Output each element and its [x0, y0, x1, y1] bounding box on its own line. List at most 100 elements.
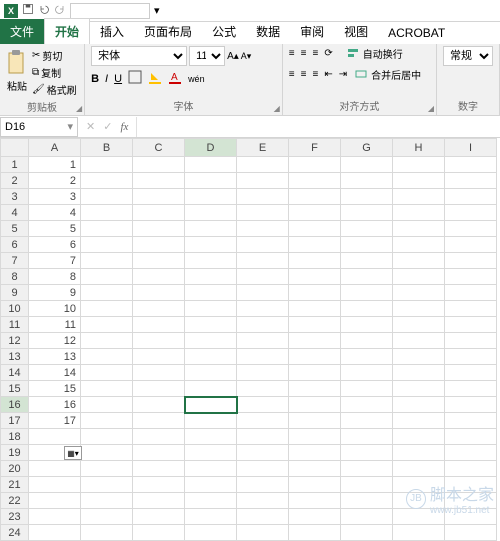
cell-B9[interactable] [81, 285, 133, 301]
cell-C15[interactable] [133, 381, 185, 397]
cell-D1[interactable] [185, 157, 237, 173]
row-header-16[interactable]: 16 [1, 397, 29, 413]
cell-D19[interactable] [185, 445, 237, 461]
cell-H6[interactable] [393, 237, 445, 253]
cell-C19[interactable] [133, 445, 185, 461]
orientation-icon[interactable]: ⟳ [324, 48, 332, 59]
cell-D24[interactable] [185, 525, 237, 541]
cell-D6[interactable] [185, 237, 237, 253]
cell-D5[interactable] [185, 221, 237, 237]
row-header-8[interactable]: 8 [1, 269, 29, 285]
select-all-corner[interactable] [1, 139, 29, 157]
cell-H13[interactable] [393, 349, 445, 365]
row-header-9[interactable]: 9 [1, 285, 29, 301]
cell-D3[interactable] [185, 189, 237, 205]
cell-B17[interactable] [81, 413, 133, 429]
cell-B8[interactable] [81, 269, 133, 285]
cell-D14[interactable] [185, 365, 237, 381]
cell-A18[interactable] [29, 429, 81, 445]
cell-G23[interactable] [341, 509, 393, 525]
cell-G4[interactable] [341, 205, 393, 221]
cell-B21[interactable] [81, 477, 133, 493]
cell-C21[interactable] [133, 477, 185, 493]
row-header-12[interactable]: 12 [1, 333, 29, 349]
cell-G19[interactable] [341, 445, 393, 461]
cell-G24[interactable] [341, 525, 393, 541]
cell-H1[interactable] [393, 157, 445, 173]
tab-view[interactable]: 视图 [334, 19, 378, 44]
row-header-23[interactable]: 23 [1, 509, 29, 525]
cell-G8[interactable] [341, 269, 393, 285]
redo-icon[interactable] [54, 3, 66, 18]
undo-icon[interactable] [38, 3, 50, 18]
chevron-down-icon[interactable]: ▾ [67, 120, 73, 133]
cell-A11[interactable]: 11 [29, 317, 81, 333]
cell-B22[interactable] [81, 493, 133, 509]
col-header-D[interactable]: D [185, 139, 237, 157]
align-right-icon[interactable]: ≡ [312, 69, 318, 80]
align-center-icon[interactable]: ≡ [301, 69, 307, 80]
cell-F16[interactable] [289, 397, 341, 413]
cell-H20[interactable] [393, 461, 445, 477]
cell-B12[interactable] [81, 333, 133, 349]
cell-C1[interactable] [133, 157, 185, 173]
cell-G18[interactable] [341, 429, 393, 445]
cell-I13[interactable] [445, 349, 497, 365]
cell-B10[interactable] [81, 301, 133, 317]
row-header-13[interactable]: 13 [1, 349, 29, 365]
align-top-icon[interactable]: ≡ [289, 48, 295, 59]
tab-review[interactable]: 审阅 [290, 19, 334, 44]
cell-A10[interactable]: 10 [29, 301, 81, 317]
paste-icon[interactable] [6, 50, 28, 76]
row-header-15[interactable]: 15 [1, 381, 29, 397]
cell-D9[interactable] [185, 285, 237, 301]
cell-E16[interactable] [237, 397, 289, 413]
cell-G15[interactable] [341, 381, 393, 397]
cell-E6[interactable] [237, 237, 289, 253]
cell-F23[interactable] [289, 509, 341, 525]
bold-button[interactable]: B [91, 73, 99, 85]
cell-E5[interactable] [237, 221, 289, 237]
col-header-G[interactable]: G [341, 139, 393, 157]
cell-E10[interactable] [237, 301, 289, 317]
cell-A8[interactable]: 8 [29, 269, 81, 285]
cell-E15[interactable] [237, 381, 289, 397]
cell-E18[interactable] [237, 429, 289, 445]
dialog-launcher-icon[interactable]: ◢ [76, 104, 82, 113]
align-bottom-icon[interactable]: ≡ [312, 48, 318, 59]
cell-D22[interactable] [185, 493, 237, 509]
row-header-5[interactable]: 5 [1, 221, 29, 237]
col-header-A[interactable]: A [29, 139, 81, 157]
cell-E9[interactable] [237, 285, 289, 301]
cell-D12[interactable] [185, 333, 237, 349]
cell-D13[interactable] [185, 349, 237, 365]
cell-F14[interactable] [289, 365, 341, 381]
row-header-19[interactable]: 19 [1, 445, 29, 461]
cell-F1[interactable] [289, 157, 341, 173]
cell-D2[interactable] [185, 173, 237, 189]
row-header-1[interactable]: 1 [1, 157, 29, 173]
cell-F7[interactable] [289, 253, 341, 269]
cell-C18[interactable] [133, 429, 185, 445]
cell-A12[interactable]: 12 [29, 333, 81, 349]
cell-B24[interactable] [81, 525, 133, 541]
cell-E8[interactable] [237, 269, 289, 285]
cell-H5[interactable] [393, 221, 445, 237]
cell-A17[interactable]: 17 [29, 413, 81, 429]
cell-B4[interactable] [81, 205, 133, 221]
cell-B6[interactable] [81, 237, 133, 253]
cell-E11[interactable] [237, 317, 289, 333]
cell-E17[interactable] [237, 413, 289, 429]
col-header-H[interactable]: H [393, 139, 445, 157]
tab-page-layout[interactable]: 页面布局 [134, 19, 202, 44]
copy-button[interactable]: ⧉复制 [32, 65, 77, 80]
cell-C17[interactable] [133, 413, 185, 429]
cell-A23[interactable] [29, 509, 81, 525]
cell-A15[interactable]: 15 [29, 381, 81, 397]
cell-E19[interactable] [237, 445, 289, 461]
cell-E2[interactable] [237, 173, 289, 189]
cell-B13[interactable] [81, 349, 133, 365]
cell-E14[interactable] [237, 365, 289, 381]
cell-D11[interactable] [185, 317, 237, 333]
cell-F18[interactable] [289, 429, 341, 445]
